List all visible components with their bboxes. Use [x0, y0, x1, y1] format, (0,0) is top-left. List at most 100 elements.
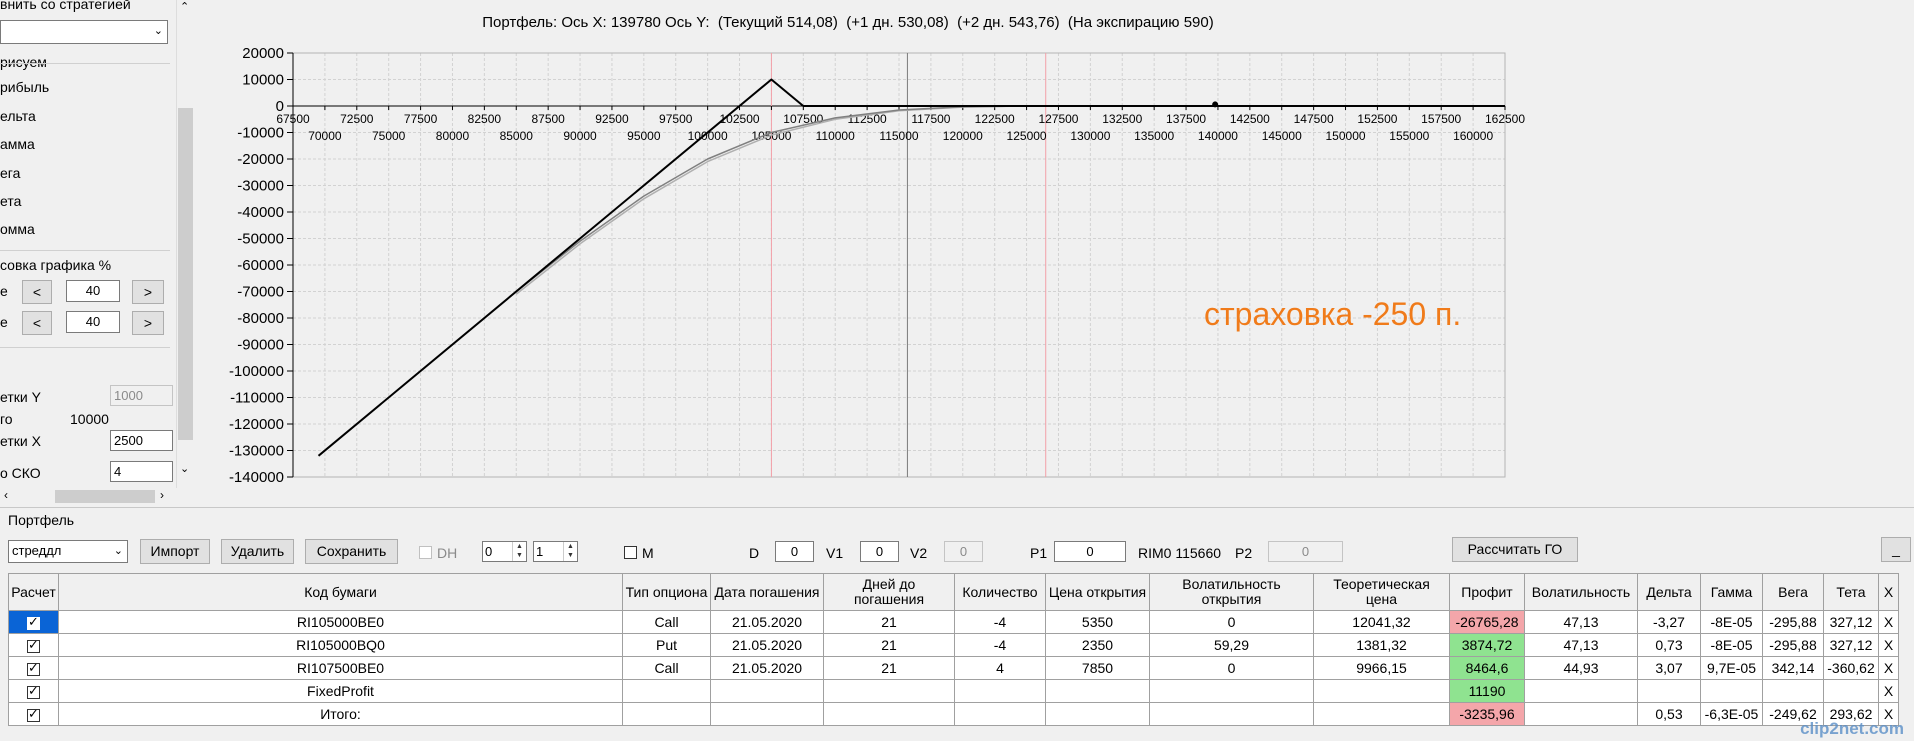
table-row[interactable]: RI107500BE0Call21.05.2020214785009966,15…: [8, 656, 1899, 680]
draw-option-profit[interactable]: рибыль: [0, 79, 49, 95]
v2-input[interactable]: 0: [944, 541, 983, 562]
spin2-input[interactable]: 1 ▲ ▼: [533, 541, 578, 562]
total-label: го: [0, 411, 13, 427]
calc-checkbox-cell[interactable]: [8, 702, 59, 726]
dh-checkbox[interactable]: [419, 546, 432, 559]
draw-option-theta[interactable]: ета: [0, 193, 21, 209]
calc-checkbox[interactable]: [27, 683, 40, 699]
col-header-vega[interactable]: Вега: [1762, 573, 1824, 611]
dh-label: DH: [437, 545, 458, 561]
calc-checkbox-cell[interactable]: [8, 656, 59, 680]
table-row[interactable]: Итого:-3235,960,53-6,3E-05-249,62293,62X: [8, 702, 1899, 726]
col-header-price[interactable]: Цена открытия: [1045, 573, 1150, 611]
portfolio-panel: Портфель стреддл ⌄ Импорт Удалить Сохран…: [0, 507, 1914, 741]
col-header-date[interactable]: Дата погашения: [710, 573, 824, 611]
portfolio-table: Расчет Код бумаги Тип опциона Дата погаш…: [8, 573, 1899, 726]
col-header-type[interactable]: Тип опциона: [622, 573, 711, 611]
row2-value-input[interactable]: 40: [66, 311, 120, 333]
qty-cell: [954, 679, 1046, 703]
theor-cell: 9966,15: [1313, 656, 1450, 680]
remove-row-button[interactable]: X: [1878, 656, 1899, 680]
col-header-vol[interactable]: Волатильность: [1524, 573, 1638, 611]
gamma-cell: -8E-05: [1700, 633, 1763, 657]
theor-cell: [1313, 679, 1450, 703]
col-header-theta[interactable]: Тета: [1823, 573, 1879, 611]
calc-checkbox[interactable]: [27, 614, 40, 630]
strategy-select[interactable]: стреддл ⌄: [8, 540, 128, 563]
table-row[interactable]: RI105000BQ0Put21.05.202021-4235059,29138…: [8, 633, 1899, 657]
draw-option-gamma[interactable]: амма: [0, 136, 35, 152]
remove-row-button[interactable]: X: [1878, 679, 1899, 703]
col-header-calc[interactable]: Расчет: [8, 573, 59, 611]
row1-increase-button[interactable]: >: [132, 280, 164, 304]
row2-decrease-button[interactable]: <: [22, 311, 52, 335]
divider: [0, 63, 170, 64]
table-row[interactable]: RI105000BE0Call21.05.202021-45350012041,…: [8, 610, 1899, 634]
save-button[interactable]: Сохранить: [305, 539, 398, 564]
remove-row-button[interactable]: X: [1878, 633, 1899, 657]
col-header-remove[interactable]: X: [1878, 573, 1899, 611]
type-cell: Call: [622, 610, 711, 634]
col-header-profit[interactable]: Профит: [1449, 573, 1525, 611]
scroll-down-icon[interactable]: ⌄: [180, 462, 189, 475]
col-header-delta[interactable]: Дельта: [1637, 573, 1701, 611]
y-tick-label: -60000: [237, 257, 284, 274]
code-cell: RI105000BQ0: [58, 633, 623, 657]
p2-input[interactable]: 0: [1268, 541, 1343, 562]
draw-option-delta[interactable]: ельта: [0, 108, 36, 124]
calculate-go-button[interactable]: Рассчитать ГО: [1452, 537, 1578, 562]
minimize-button[interactable]: _: [1881, 537, 1911, 562]
y-tick-label: -40000: [237, 204, 284, 221]
x-tick-label: 125000: [1007, 129, 1047, 143]
spin-arrows-icon[interactable]: ▲ ▼: [512, 542, 526, 561]
calc-checkbox-cell[interactable]: [8, 610, 59, 634]
row2-increase-button[interactable]: >: [132, 311, 164, 335]
calc-checkbox-cell[interactable]: [8, 679, 59, 703]
scroll-right-icon[interactable]: ›: [160, 488, 164, 502]
p1-input[interactable]: 0: [1054, 541, 1126, 562]
d-input[interactable]: 0: [775, 541, 814, 562]
delta-cell: -3,27: [1637, 610, 1701, 634]
col-header-code[interactable]: Код бумаги: [58, 573, 623, 611]
draw-option-vomma[interactable]: омма: [0, 221, 35, 237]
scroll-up-icon[interactable]: ⌃: [180, 0, 189, 13]
row2-label: е: [0, 314, 8, 330]
m-checkbox[interactable]: [624, 546, 637, 559]
row1-decrease-button[interactable]: <: [22, 280, 52, 304]
calc-checkbox[interactable]: [27, 660, 40, 676]
watermark-logo: clip2net.com: [1800, 719, 1904, 738]
row1-value-input[interactable]: 40: [66, 280, 120, 302]
import-button[interactable]: Импорт: [140, 539, 210, 564]
scroll-left-icon[interactable]: ‹: [4, 488, 8, 502]
left-vertical-scrollbar[interactable]: ⌃ ⌄: [176, 0, 193, 488]
left-horizontal-scrollbar[interactable]: ‹ ›: [0, 488, 176, 505]
remove-row-button[interactable]: X: [1878, 610, 1899, 634]
scrollbar-thumb[interactable]: [178, 108, 193, 440]
delta-cell: 0,73: [1637, 633, 1701, 657]
sko-input[interactable]: 4: [110, 461, 173, 482]
col-header-gamma[interactable]: Гамма: [1700, 573, 1763, 611]
calc-checkbox[interactable]: [27, 637, 40, 653]
col-header-qty[interactable]: Количество: [954, 573, 1046, 611]
vol-cell: [1524, 679, 1638, 703]
draw-option-vega[interactable]: ега: [0, 165, 20, 181]
table-row[interactable]: FixedProfit 11190 X: [8, 679, 1899, 703]
gamma-cell: -6,3E-05: [1700, 702, 1763, 726]
col-header-vol-open[interactable]: Волатильность открытия: [1149, 573, 1314, 611]
days-cell: 21: [823, 656, 955, 680]
calc-checkbox[interactable]: [27, 706, 40, 722]
col-header-theor[interactable]: Теоретическая цена: [1313, 573, 1450, 611]
y-tick-label: -110000: [230, 390, 284, 407]
v1-input[interactable]: 0: [860, 541, 899, 562]
calc-checkbox-cell[interactable]: [8, 633, 59, 657]
strategy-compare-select[interactable]: ⌄: [0, 20, 168, 44]
grid-y-input[interactable]: 1000: [110, 385, 173, 406]
payoff-chart[interactable]: 20000100000-10000-20000-30000-40000-5000…: [193, 0, 1914, 505]
y-tick-label: -140000: [229, 469, 284, 486]
delete-button[interactable]: Удалить: [221, 539, 294, 564]
spin-arrows-icon[interactable]: ▲ ▼: [563, 542, 577, 561]
grid-x-input[interactable]: 2500: [110, 430, 173, 451]
col-header-days[interactable]: Дней до погашения: [823, 573, 955, 611]
scrollbar-thumb[interactable]: [55, 490, 155, 503]
spin1-input[interactable]: 0 ▲ ▼: [482, 541, 527, 562]
